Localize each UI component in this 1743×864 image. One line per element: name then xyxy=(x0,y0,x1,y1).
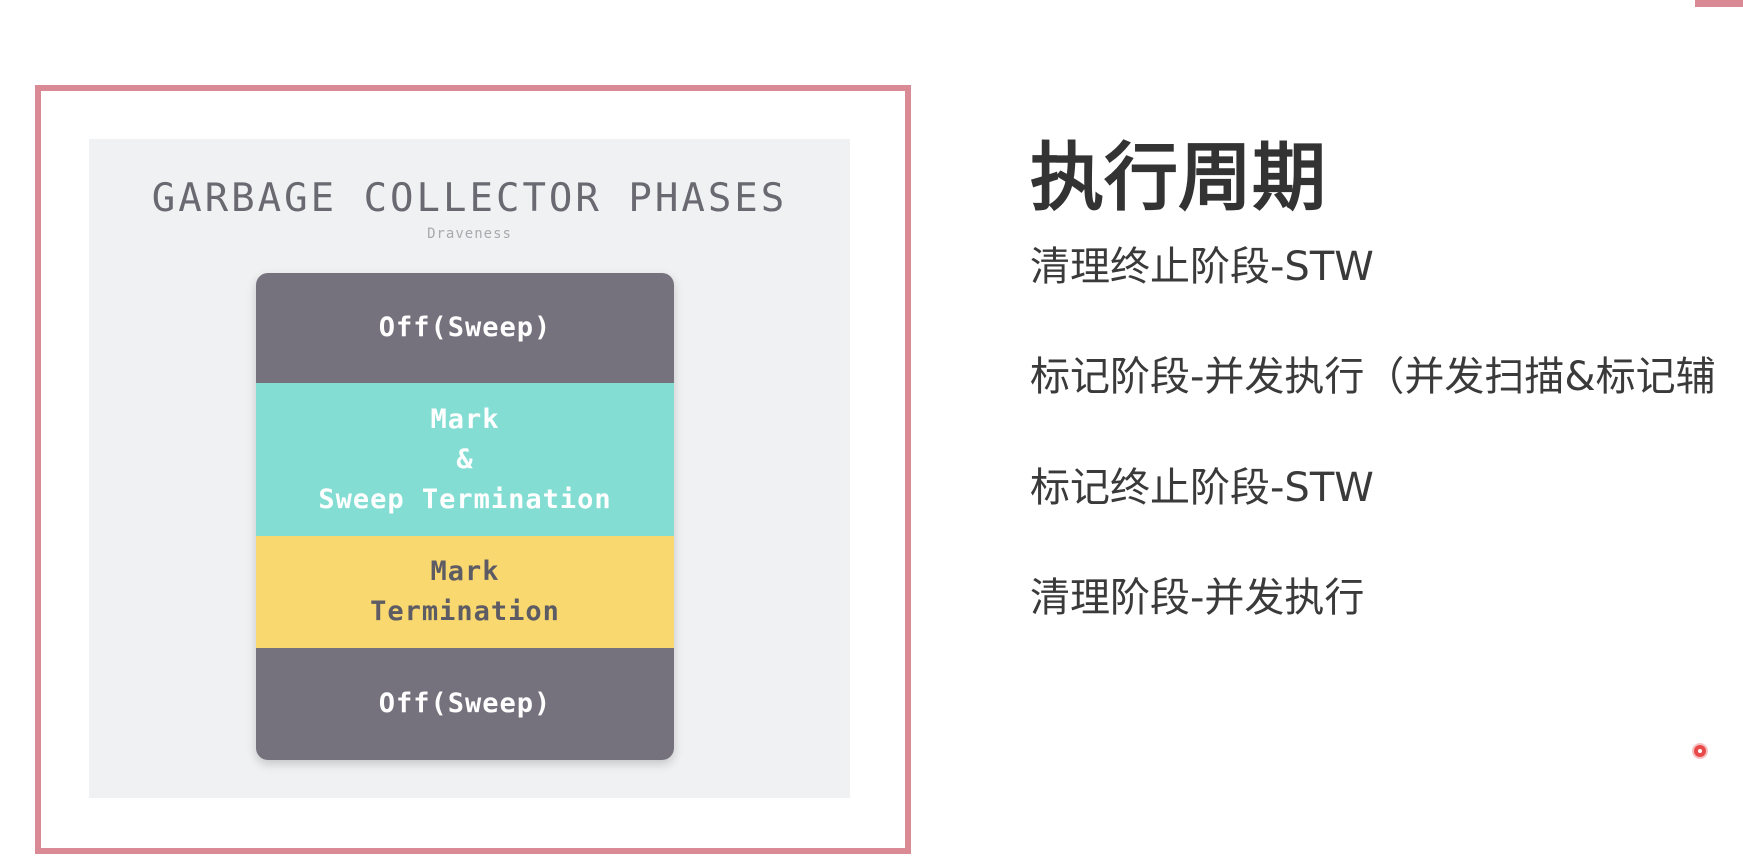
slide-canvas: GARBAGE COLLECTOR PHASES Draveness Off(S… xyxy=(0,0,1743,864)
pointer-cursor-icon xyxy=(1694,745,1706,757)
phase-item-4: 清理阶段-并发执行 xyxy=(1030,575,1365,621)
corner-accent-bar xyxy=(1695,0,1743,7)
phase-off-sweep-bottom: Off(Sweep) xyxy=(256,648,674,760)
phase-mark-sweep-termination: Mark & Sweep Termination xyxy=(256,383,674,536)
phase-mark-termination: Mark Termination xyxy=(256,536,674,648)
diagram-title: GARBAGE COLLECTOR PHASES xyxy=(151,176,788,221)
gc-phases-diagram: GARBAGE COLLECTOR PHASES Draveness Off(S… xyxy=(89,139,850,798)
phase-item-1: 清理终止阶段-STW xyxy=(1030,244,1374,290)
phase-item-2: 标记阶段-并发执行（并发扫描&标记辅 xyxy=(1030,354,1716,400)
page-title: 执行周期 xyxy=(1030,135,1326,221)
phase-stack: Off(Sweep) Mark & Sweep Termination Mark… xyxy=(256,273,674,760)
phase-off-sweep-top: Off(Sweep) xyxy=(256,273,674,383)
diagram-author: Draveness xyxy=(427,226,512,242)
phase-item-3: 标记终止阶段-STW xyxy=(1030,465,1374,511)
slide: GARBAGE COLLECTOR PHASES Draveness Off(S… xyxy=(0,0,1743,864)
